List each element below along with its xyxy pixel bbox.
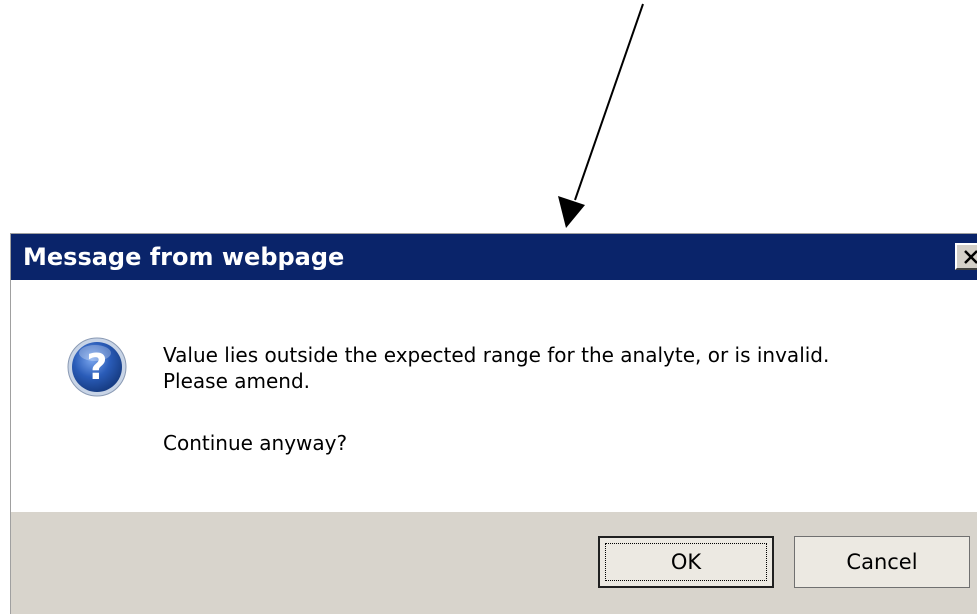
screenshot-stage: Message from webpage ? Value lies outsid… xyxy=(0,0,977,614)
dialog-button-bar: OK Cancel xyxy=(11,512,977,614)
dialog-title: Message from webpage xyxy=(23,243,345,271)
ok-button[interactable]: OK xyxy=(598,536,774,588)
cancel-button-label: Cancel xyxy=(846,550,918,574)
message-line-1: Value lies outside the expected range fo… xyxy=(163,343,830,367)
dialog-titlebar[interactable]: Message from webpage xyxy=(11,234,977,280)
close-button[interactable] xyxy=(955,243,977,270)
cancel-button[interactable]: Cancel xyxy=(794,536,970,588)
close-icon xyxy=(964,250,977,264)
focus-ring xyxy=(605,543,767,581)
svg-text:?: ? xyxy=(87,347,108,388)
dialog-content: ? Value lies outside the expected range … xyxy=(11,280,977,512)
question-icon: ? xyxy=(67,337,127,397)
message-line-2: Please amend. xyxy=(163,369,311,393)
message-question: Continue anyway? xyxy=(163,431,348,455)
message-dialog: Message from webpage ? Value lies outsid… xyxy=(10,233,977,614)
